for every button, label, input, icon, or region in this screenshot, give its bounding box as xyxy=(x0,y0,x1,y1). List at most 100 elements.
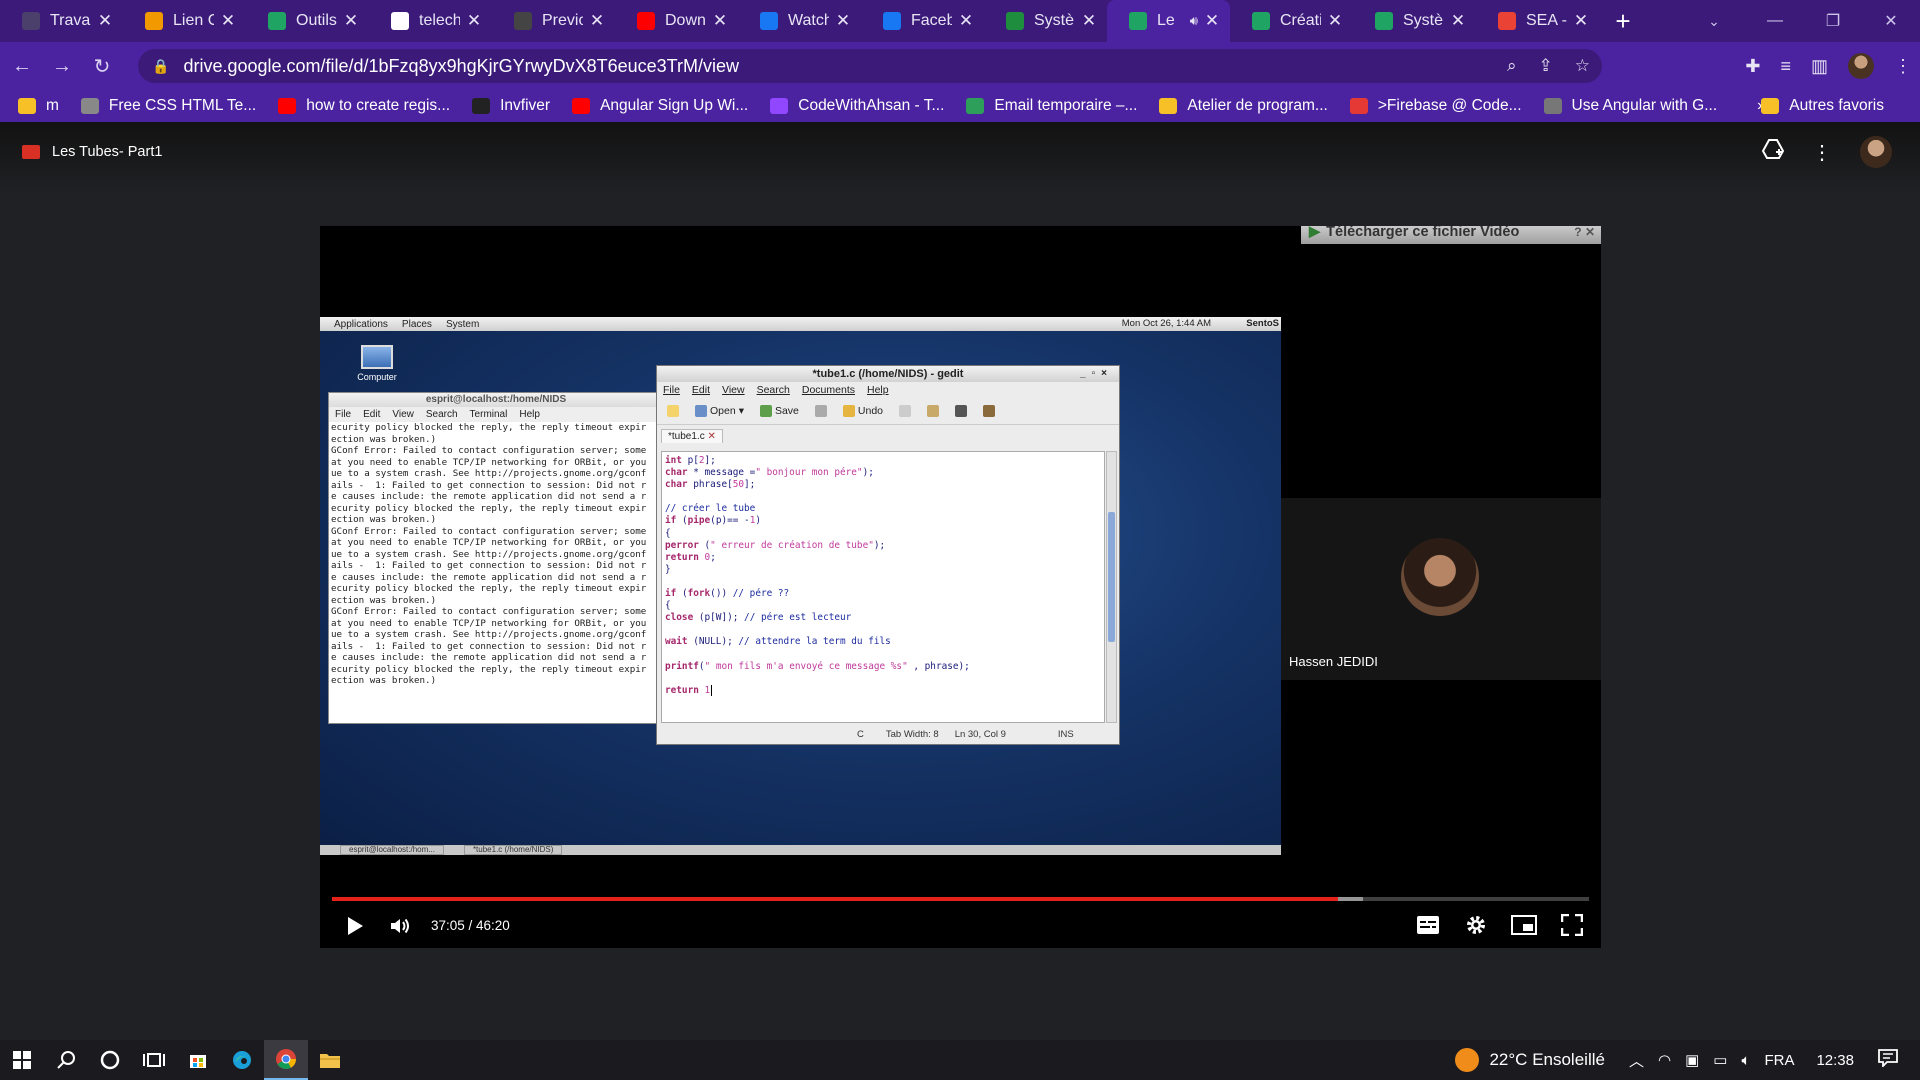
video-player[interactable]: Applications Places System Mon Oct 26, 1… xyxy=(320,226,1601,948)
search-icon[interactable] xyxy=(44,1040,88,1080)
side-panel-icon[interactable]: ▥ xyxy=(1811,56,1828,77)
browser-tab[interactable]: Systèr ✕ xyxy=(1353,0,1476,42)
browser-tab[interactable]: SEA - ✕ xyxy=(1476,0,1599,42)
forward-icon[interactable]: → xyxy=(44,48,80,84)
tab-search-icon[interactable]: ⌄ xyxy=(1694,0,1734,42)
bookmark-label: Use Angular with G... xyxy=(1571,97,1718,114)
close-tab-icon[interactable]: ✕ xyxy=(589,11,605,31)
notifications-icon[interactable] xyxy=(1878,1049,1898,1071)
address-bar[interactable]: 🔒 drive.google.com/file/d/1bFzq8yx9hgKjr… xyxy=(138,49,1602,83)
edge-icon[interactable] xyxy=(220,1040,264,1080)
browser-menu-icon[interactable]: ⋮ xyxy=(1894,56,1912,77)
profile-avatar[interactable] xyxy=(1848,53,1874,79)
play-icon[interactable] xyxy=(342,914,366,938)
clock[interactable]: 12:38 xyxy=(1816,1052,1854,1069)
banner-close-icon[interactable]: ? ✕ xyxy=(1574,226,1595,239)
close-tab-icon[interactable]: ✕ xyxy=(835,11,851,31)
volume-icon[interactable] xyxy=(388,914,412,938)
close-tab-icon[interactable]: ✕ xyxy=(1327,11,1343,31)
bookmark-favicon-icon xyxy=(1349,98,1368,114)
close-tab-icon[interactable]: ✕ xyxy=(1081,11,1097,31)
battery-icon[interactable]: ▭ xyxy=(1713,1051,1727,1069)
bookmark-label: Free CSS HTML Te... xyxy=(108,97,257,114)
browser-tab[interactable]: Down ✕ xyxy=(615,0,738,42)
browser-tab[interactable]: Outils ✕ xyxy=(246,0,369,42)
chrome-icon[interactable] xyxy=(264,1040,308,1080)
browser-tab[interactable]: Créati ✕ xyxy=(1230,0,1353,42)
bookmark-item[interactable]: Atelier de program... xyxy=(1159,97,1328,115)
wifi-icon[interactable]: ◠ xyxy=(1658,1051,1671,1069)
gedit-open-label: Open xyxy=(710,405,736,417)
bookmark-favicon-icon xyxy=(18,98,36,114)
file-explorer-icon[interactable] xyxy=(308,1040,352,1080)
more-options-icon[interactable]: ⋮ xyxy=(1812,140,1832,165)
download-video-banner[interactable]: ▶ Télécharger ce fichier Vidéo ? ✕ xyxy=(1301,226,1601,244)
browser-tab[interactable]: Travau ✕ xyxy=(0,0,123,42)
zoom-icon[interactable]: ⌕ xyxy=(1507,56,1517,76)
close-tab-icon[interactable]: ✕ xyxy=(712,11,728,31)
browser-tab[interactable]: Systèn ✕ xyxy=(984,0,1107,42)
cortana-icon[interactable] xyxy=(88,1040,132,1080)
captions-icon[interactable] xyxy=(1415,912,1441,938)
maximize-button[interactable]: ❐ xyxy=(1804,0,1862,42)
add-to-drive-icon[interactable] xyxy=(1761,139,1785,165)
bookmark-item[interactable]: Use Angular with G... xyxy=(1543,97,1718,115)
new-tab-button[interactable]: + xyxy=(1603,0,1643,42)
camera-icon[interactable]: ▣ xyxy=(1685,1051,1699,1069)
close-tab-icon[interactable]: ✕ xyxy=(1450,11,1466,31)
close-tab-icon[interactable]: ✕ xyxy=(958,11,974,31)
account-avatar[interactable] xyxy=(1860,136,1892,168)
back-icon[interactable]: ← xyxy=(4,48,40,84)
other-bookmarks[interactable]: Autres favoris xyxy=(1761,90,1884,122)
bookmark-item[interactable]: Email temporaire –... xyxy=(966,97,1137,115)
browser-tab[interactable]: Le 🔊︎ ✕ xyxy=(1107,0,1230,42)
download-label[interactable]: Télécharger ce fichier Vidéo xyxy=(1326,226,1519,240)
close-tab-icon[interactable]: ✕ xyxy=(1573,11,1589,31)
browser-tab[interactable]: Previo ✕ xyxy=(492,0,615,42)
tab-label: SEA - xyxy=(1526,12,1567,29)
reload-icon[interactable]: ↻ xyxy=(84,48,120,84)
bookmark-star-icon[interactable]: ☆ xyxy=(1575,56,1590,76)
gedit-replace-icon xyxy=(979,403,999,419)
fullscreen-icon[interactable] xyxy=(1559,912,1585,938)
speaker-icon[interactable]: 🔈︎ xyxy=(1741,1052,1750,1069)
close-tab-icon[interactable]: ✕ xyxy=(466,11,482,31)
bookmark-favicon-icon xyxy=(770,98,789,114)
close-tab-icon[interactable]: ✕ xyxy=(1204,11,1220,31)
bookmark-item[interactable]: Free CSS HTML Te... xyxy=(80,97,257,115)
terminal-menu-item: File xyxy=(335,409,352,420)
browser-tab[interactable]: Faceb ✕ xyxy=(861,0,984,42)
miniplayer-icon[interactable] xyxy=(1511,912,1537,938)
language-indicator[interactable]: FRA xyxy=(1764,1052,1794,1069)
tray-chevron-icon[interactable]: ︿ xyxy=(1629,1050,1644,1071)
bookmark-item[interactable]: Angular Sign Up Wi... xyxy=(572,97,748,115)
close-window-button[interactable]: ✕ xyxy=(1862,0,1920,42)
media-control-icon[interactable]: ≡ xyxy=(1780,56,1791,77)
close-tab-icon[interactable]: ✕ xyxy=(97,11,113,31)
close-tab-icon[interactable]: ✕ xyxy=(343,11,359,31)
extensions-icon[interactable]: ✚ xyxy=(1745,56,1760,77)
weather-widget[interactable]: 22°C Ensoleillé xyxy=(1489,1050,1604,1070)
close-tab-icon[interactable]: ✕ xyxy=(220,11,236,31)
settings-gear-icon[interactable] xyxy=(1463,912,1489,938)
progress-bar[interactable] xyxy=(332,897,1589,901)
bookmark-favicon-icon xyxy=(1543,98,1562,114)
bookmark-label: Atelier de program... xyxy=(1187,97,1328,114)
bookmark-item[interactable]: >Firebase @ Code... xyxy=(1349,97,1522,115)
windows-start-icon[interactable] xyxy=(0,1040,44,1080)
microsoft-store-icon[interactable] xyxy=(176,1040,220,1080)
task-view-icon[interactable] xyxy=(132,1040,176,1080)
browser-tab[interactable]: Lien C ✕ xyxy=(123,0,246,42)
participant-name: Hassen JEDIDI xyxy=(1289,654,1378,669)
minimize-button[interactable]: — xyxy=(1746,0,1804,42)
bookmark-item[interactable]: m xyxy=(18,97,59,115)
browser-tab[interactable]: Watch ✕ xyxy=(738,0,861,42)
share-icon[interactable]: ⇪ xyxy=(1539,56,1553,76)
address-url[interactable]: drive.google.com/file/d/1bFzq8yx9hgKjrGY… xyxy=(183,56,739,77)
bookmark-item[interactable]: Invfiver xyxy=(472,97,550,115)
browser-tab[interactable]: telech ✕ xyxy=(369,0,492,42)
weather-sun-icon[interactable] xyxy=(1455,1048,1480,1072)
audio-playing-icon[interactable]: 🔊︎ xyxy=(1190,13,1198,29)
bookmark-item[interactable]: how to create regis... xyxy=(278,97,450,115)
bookmark-item[interactable]: CodeWithAhsan - T... xyxy=(770,97,944,115)
